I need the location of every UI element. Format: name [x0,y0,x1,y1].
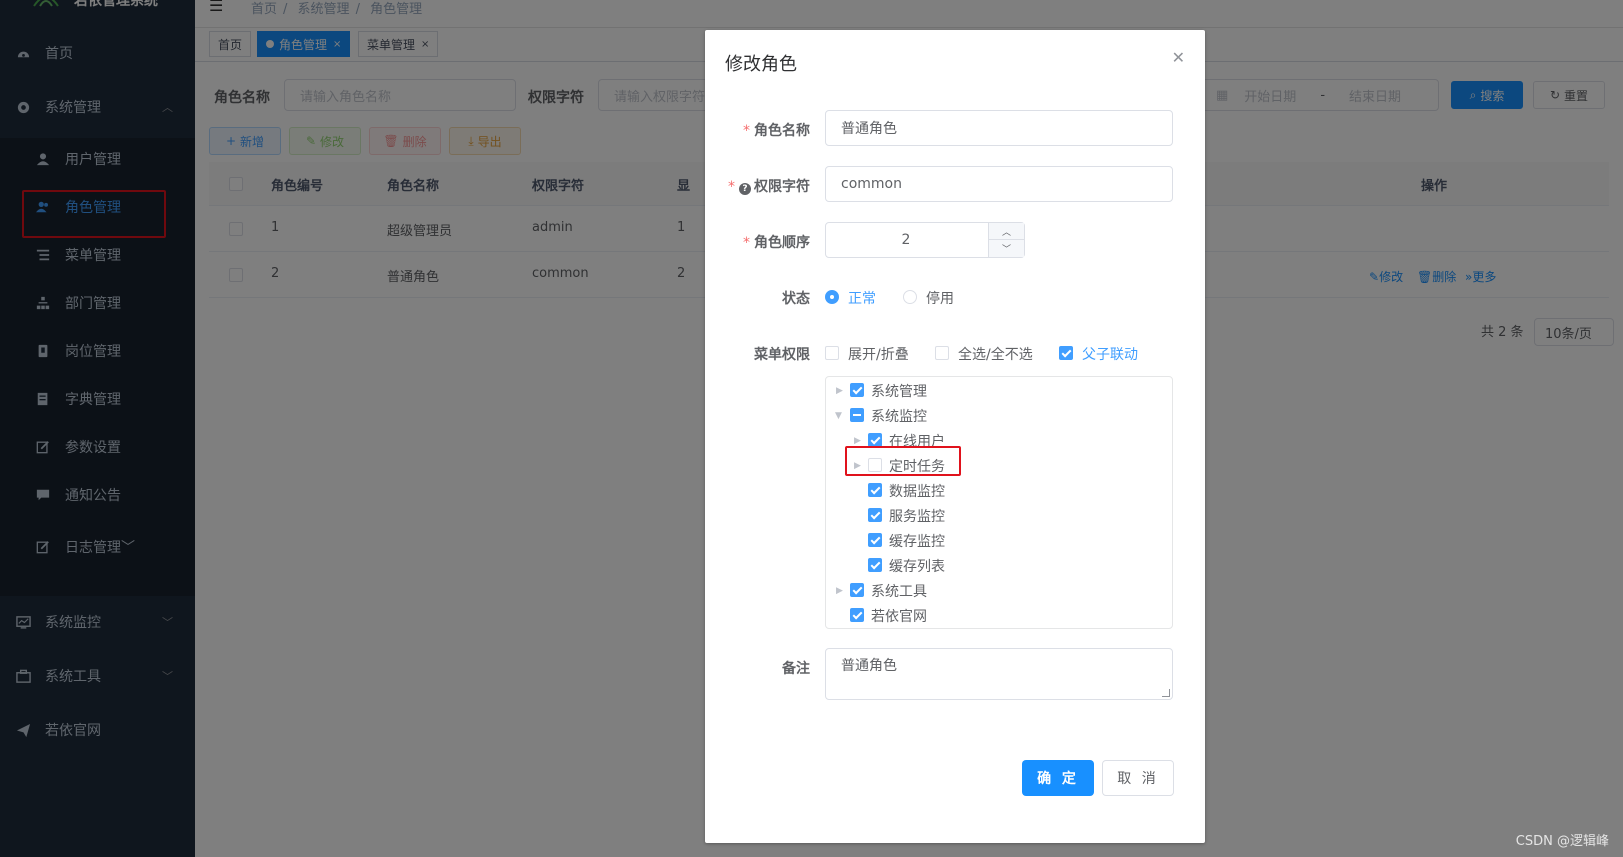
tree-checkbox[interactable] [868,508,882,522]
tree-checkbox[interactable] [868,533,882,547]
role-key-input[interactable]: common [825,166,1173,202]
confirm-button[interactable]: 确 定 [1022,760,1094,796]
tree-checkbox[interactable] [868,483,882,497]
tree-node[interactable]: ▶ 系统工具 [826,578,1172,603]
tree-checkbox[interactable] [850,408,864,422]
status-normal-radio[interactable] [825,290,839,304]
form-label: 菜单权限 [754,347,810,363]
form-label: *? 权限字符 [728,179,810,195]
decrease-icon[interactable]: ﹀ [988,240,1024,257]
resize-handle-icon[interactable] [1162,689,1170,697]
form-label: * 角色名称 [743,123,810,139]
caret-right-icon[interactable]: ▶ [836,586,843,596]
tree-node[interactable]: ▶ 系统管理 [826,378,1172,403]
remark-textarea[interactable]: 普通角色 [825,648,1173,700]
expand-checkbox[interactable] [825,346,839,360]
form-label: 备注 [782,661,810,677]
radio-label[interactable]: 正常 [848,288,876,308]
stepper-value[interactable]: 2 [826,223,986,257]
tree-checkbox[interactable] [868,433,882,447]
tree-checkbox[interactable] [850,383,864,397]
select-all-checkbox[interactable] [935,346,949,360]
caret-right-icon[interactable]: ▶ [836,386,843,396]
caret-right-icon[interactable]: ▶ [854,436,861,446]
tree-node[interactable]: 数据监控 [826,478,1172,503]
dialog-title: 修改角色 [725,54,797,75]
form-label: * 角色顺序 [743,235,810,251]
cancel-button[interactable]: 取 消 [1102,760,1174,796]
tree-node[interactable]: ▼ 系统监控 [826,403,1172,428]
tree-checkbox[interactable] [850,608,864,622]
increase-icon[interactable]: ︿ [988,223,1024,240]
sort-stepper[interactable]: 2 ︿ ﹀ [825,222,1025,258]
watermark: CSDN @逻辑峰 [1515,834,1609,849]
highlight-box [845,446,961,476]
tree-node[interactable]: 缓存列表 [826,553,1172,578]
linkage-checkbox[interactable] [1059,346,1073,360]
tree-node[interactable]: 服务监控 [826,503,1172,528]
tree-node[interactable]: 缓存监控 [826,528,1172,553]
role-name-input[interactable]: 普通角色 [825,110,1173,146]
close-icon[interactable]: ✕ [1172,48,1185,67]
caret-down-icon[interactable]: ▼ [835,411,842,421]
tree-checkbox[interactable] [868,558,882,572]
status-disabled-radio[interactable] [903,290,917,304]
question-icon[interactable]: ? [739,183,751,195]
tree-checkbox[interactable] [850,583,864,597]
menu-tree: ▶ 系统管理 ▼ 系统监控 ▶ 在线用户 ▶ 定时任务 数据监控 服务监控 缓存… [825,376,1173,629]
edit-role-dialog: 修改角色 ✕ * 角色名称 普通角色 *? 权限字符 common * 角色顺序 2 … [705,30,1205,843]
radio-label[interactable]: 停用 [926,288,954,308]
tree-node[interactable]: 若依官网 [826,603,1172,628]
form-label: 状态 [782,291,810,307]
